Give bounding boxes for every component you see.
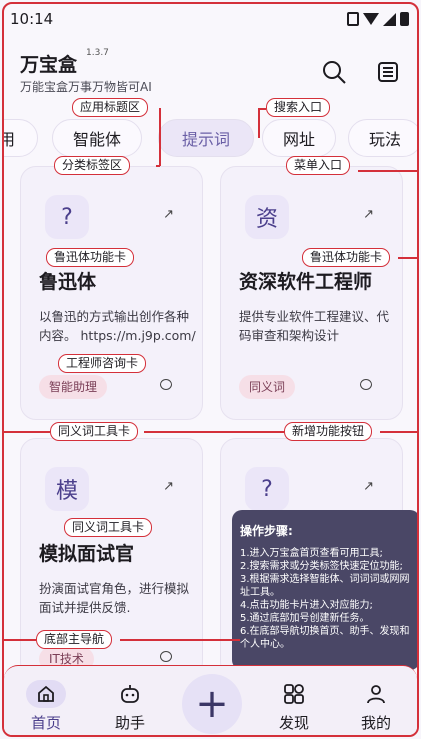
battery-icon xyxy=(400,12,409,26)
card-name: 资深软件工程师 xyxy=(239,271,373,293)
card-glyph: ? xyxy=(61,204,73,230)
annotation-line xyxy=(144,431,284,433)
app-subtitle: 万能宝盒万事万物皆可AI xyxy=(20,80,152,94)
nav-home-label: 首页 xyxy=(30,714,61,732)
home-icon xyxy=(26,680,66,708)
annotation-line xyxy=(398,257,417,259)
nav-home[interactable]: 首页 xyxy=(16,680,76,733)
annotation-line xyxy=(4,431,50,433)
tab-label: 智能体 xyxy=(72,130,121,149)
annotation-line xyxy=(159,108,161,166)
search-button[interactable] xyxy=(318,56,350,88)
add-button[interactable]: + xyxy=(182,674,242,734)
bottom-nav: 首页 助手 + 发现 我的 xyxy=(4,665,417,735)
tab-0[interactable]: 用 xyxy=(4,119,38,157)
nav-discover-label: 发现 xyxy=(278,714,309,732)
card-engineer[interactable]: 资 ↗ 资深软件工程师 提供专业软件工程建议、代码审查和架构设计 同义词 xyxy=(220,166,403,420)
tooltip-step: 4.点击功能卡片进入对应能力; xyxy=(240,600,373,611)
annotation-engineer: 工程师咨询卡 xyxy=(58,354,147,373)
tooltip-step: 5.通过底部加号创建新任务。 xyxy=(240,613,370,624)
annotation-bottom-nav: 底部主导航 xyxy=(36,630,113,649)
annotation-synonym: 同义词工具卡 xyxy=(50,422,139,441)
tooltip-step: 2.搜索需求或分类标签快速定位功能; xyxy=(240,561,403,572)
comment-icon[interactable] xyxy=(160,379,172,390)
nav-assistant[interactable]: 助手 xyxy=(100,680,160,733)
hexagon-zi-icon: 资 xyxy=(245,195,289,239)
question-icon: ? xyxy=(245,467,289,511)
tab-4[interactable]: 玩法 xyxy=(348,119,417,157)
status-icons xyxy=(347,12,409,26)
nav-mine-label: 我的 xyxy=(360,714,391,732)
mo-square-icon: 模 xyxy=(45,467,89,511)
tab-label: 网址 xyxy=(282,130,315,149)
question-icon: ? xyxy=(45,195,89,239)
card-glyph: 资 xyxy=(255,207,278,232)
person-icon xyxy=(362,680,390,708)
signal-icon xyxy=(383,12,396,26)
annotation-luxun-card-2: 鲁迅体功能卡 xyxy=(302,248,391,267)
annotation-add: 新增功能按钮 xyxy=(284,422,373,441)
app-title: 万宝盒 xyxy=(20,54,78,76)
annotation-app-title: 应用标题区 xyxy=(72,98,149,117)
tab-1[interactable]: 智能体 xyxy=(52,119,142,157)
steps-tooltip: 操作步骤: 1.进入万宝盒首页查看可用工具; 2.搜索需求或分类标签快速定位功能… xyxy=(232,510,417,670)
nav-discover[interactable]: 发现 xyxy=(264,680,324,733)
annotation-synonym-2: 同义词工具卡 xyxy=(64,518,153,537)
status-bar: 10:14 xyxy=(4,4,417,36)
nav-assistant-label: 助手 xyxy=(114,714,145,732)
card-glyph: ? xyxy=(261,476,273,502)
tooltip-title: 操作步骤: xyxy=(240,524,293,538)
nav-mine[interactable]: 我的 xyxy=(346,680,406,733)
open-arrow-icon: ↗ xyxy=(363,207,374,222)
tab-label: 提示词 xyxy=(181,130,230,149)
card-name: 模拟面试官 xyxy=(39,543,135,565)
annotation-line xyxy=(120,639,240,641)
tooltip-step: 3.根据需求选择智能体、词词词或网网址工具。 xyxy=(240,574,410,598)
annotation-menu: 菜单入口 xyxy=(286,156,351,175)
card-glyph: 模 xyxy=(55,479,78,504)
search-icon xyxy=(323,61,346,84)
tab-label: 用 xyxy=(4,126,15,150)
menu-button[interactable] xyxy=(372,56,404,88)
tooltip-step: 6.在底部导航切换首页、助手、发现和个人中心。 xyxy=(240,626,410,650)
comment-icon[interactable] xyxy=(360,379,372,390)
comment-icon[interactable] xyxy=(160,651,172,662)
annotation-search: 搜索入口 xyxy=(266,98,331,117)
card-luxun[interactable]: ? ↗ 鲁迅体 以鲁迅的方式输出创作各种内容。 https://m.j9p.co… xyxy=(20,166,203,420)
plus-icon: + xyxy=(195,681,229,727)
open-arrow-icon: ↗ xyxy=(163,207,174,222)
robot-icon xyxy=(116,680,144,708)
card-chip[interactable]: 同义词 xyxy=(239,375,296,399)
card-name: 鲁迅体 xyxy=(39,271,97,293)
card-desc: 扮演面试官角色，进行模拟面试并提供反馈. xyxy=(39,581,190,615)
app-version: 1.3.7 xyxy=(86,48,109,58)
vibrate-icon xyxy=(347,12,359,26)
open-arrow-icon: ↗ xyxy=(363,479,374,494)
status-time: 10:14 xyxy=(10,10,54,28)
annotation-line xyxy=(4,639,36,641)
tab-label: 玩法 xyxy=(368,130,401,149)
card-url: https://m.j9p.com/ xyxy=(80,328,196,343)
annotation-line xyxy=(380,431,417,433)
tab-2[interactable]: 提示词 xyxy=(158,119,254,157)
card-desc: 以鲁迅的方式输出创作各种内容。 https://m.j9p.com/ xyxy=(39,307,199,345)
tab-3[interactable]: 网址 xyxy=(262,119,336,157)
annotation-luxun-card: 鲁迅体功能卡 xyxy=(46,248,135,267)
wifi-icon xyxy=(363,13,379,25)
tooltip-step: 1.进入万宝盒首页查看可用工具; xyxy=(240,548,383,559)
card-chip[interactable]: 智能助理 xyxy=(39,375,108,399)
open-arrow-icon: ↗ xyxy=(163,479,174,494)
grid-icon xyxy=(280,680,308,708)
card-desc: 提供专业软件工程建议、代码审查和架构设计 xyxy=(239,309,390,343)
annotation-line xyxy=(258,108,260,138)
menu-icon xyxy=(378,62,398,82)
app-frame: 10:14 万宝盒 1.3.7 万能宝盒万事万物皆可AI 用 智能体 提示词 网… xyxy=(2,2,419,737)
annotation-tabs: 分类标签区 xyxy=(54,156,131,175)
annotation-line xyxy=(358,170,417,172)
